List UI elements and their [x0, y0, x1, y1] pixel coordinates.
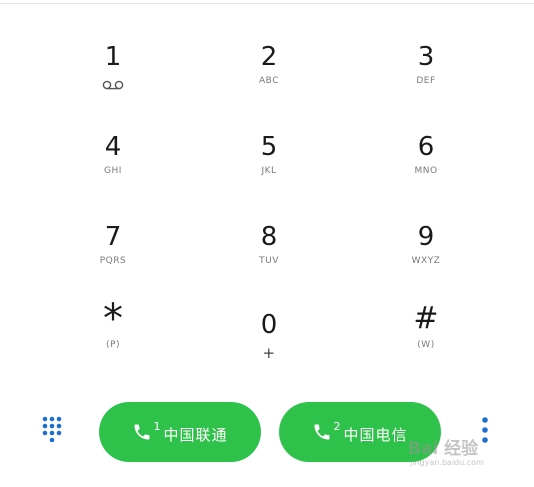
- key-digit: *: [103, 296, 123, 342]
- phone-icon: [132, 422, 152, 442]
- key-letters: (P): [106, 340, 120, 350]
- key-digit: 3: [417, 42, 435, 72]
- key-letters: PQRS: [99, 256, 127, 266]
- key-digit: 8: [260, 222, 278, 252]
- key-letters: MNO: [414, 166, 438, 176]
- key-letters: DEF: [416, 76, 436, 86]
- key-digit: 4: [104, 132, 122, 162]
- key-star[interactable]: * (P): [63, 296, 163, 382]
- sim-number: 1: [153, 420, 161, 433]
- key-letters: TUV: [259, 256, 279, 266]
- key-digit: #: [413, 301, 439, 336]
- key-2[interactable]: 2 ABC: [219, 42, 319, 122]
- key-digit: 0: [260, 310, 278, 340]
- key-digit: 9: [417, 222, 435, 252]
- carrier-label: 中国联通: [163, 425, 228, 444]
- key-0[interactable]: 0 +: [219, 310, 319, 390]
- key-6[interactable]: 6 MNO: [376, 132, 476, 212]
- key-3[interactable]: 3 DEF: [376, 42, 476, 122]
- phone-icon: [312, 422, 332, 442]
- key-letters: WXYZ: [411, 256, 441, 266]
- key-letters: (W): [417, 340, 435, 350]
- call-button-sim2[interactable]: 2 中国电信: [279, 402, 441, 462]
- key-plus: +: [262, 344, 276, 362]
- key-4[interactable]: 4 GHI: [63, 132, 163, 212]
- key-digit: 5: [260, 132, 278, 162]
- key-letters: JKL: [261, 166, 277, 176]
- key-digit: 1: [104, 42, 122, 72]
- key-9[interactable]: 9 WXYZ: [376, 222, 476, 302]
- status-bar-divider: [0, 3, 534, 4]
- carrier-label: 中国电信: [343, 425, 408, 444]
- key-8[interactable]: 8 TUV: [219, 222, 319, 302]
- key-digit: 6: [417, 132, 435, 162]
- key-digit: 2: [260, 42, 278, 72]
- key-digit: 7: [104, 222, 122, 252]
- key-5[interactable]: 5 JKL: [219, 132, 319, 212]
- key-1[interactable]: 1: [63, 42, 163, 122]
- more-vert-icon[interactable]: [478, 415, 492, 449]
- sim-number: 2: [333, 420, 341, 433]
- dialpad-grid-icon[interactable]: [40, 416, 70, 446]
- key-letters: GHI: [104, 166, 122, 176]
- key-letters: ABC: [259, 76, 279, 86]
- key-7[interactable]: 7 PQRS: [63, 222, 163, 302]
- call-button-sim1[interactable]: 1 中国联通: [99, 402, 261, 462]
- key-hash[interactable]: # (W): [376, 302, 476, 382]
- voicemail-icon: [102, 75, 124, 94]
